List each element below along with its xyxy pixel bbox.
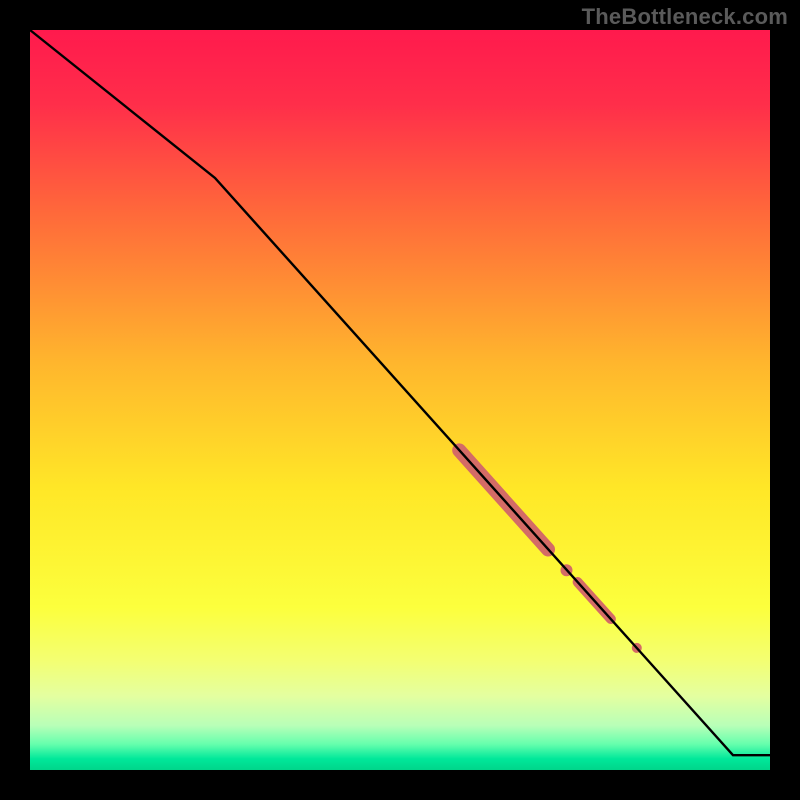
chart-stage: TheBottleneck.com: [0, 0, 800, 800]
chart-svg: [0, 0, 800, 800]
plot-background: [30, 30, 770, 770]
